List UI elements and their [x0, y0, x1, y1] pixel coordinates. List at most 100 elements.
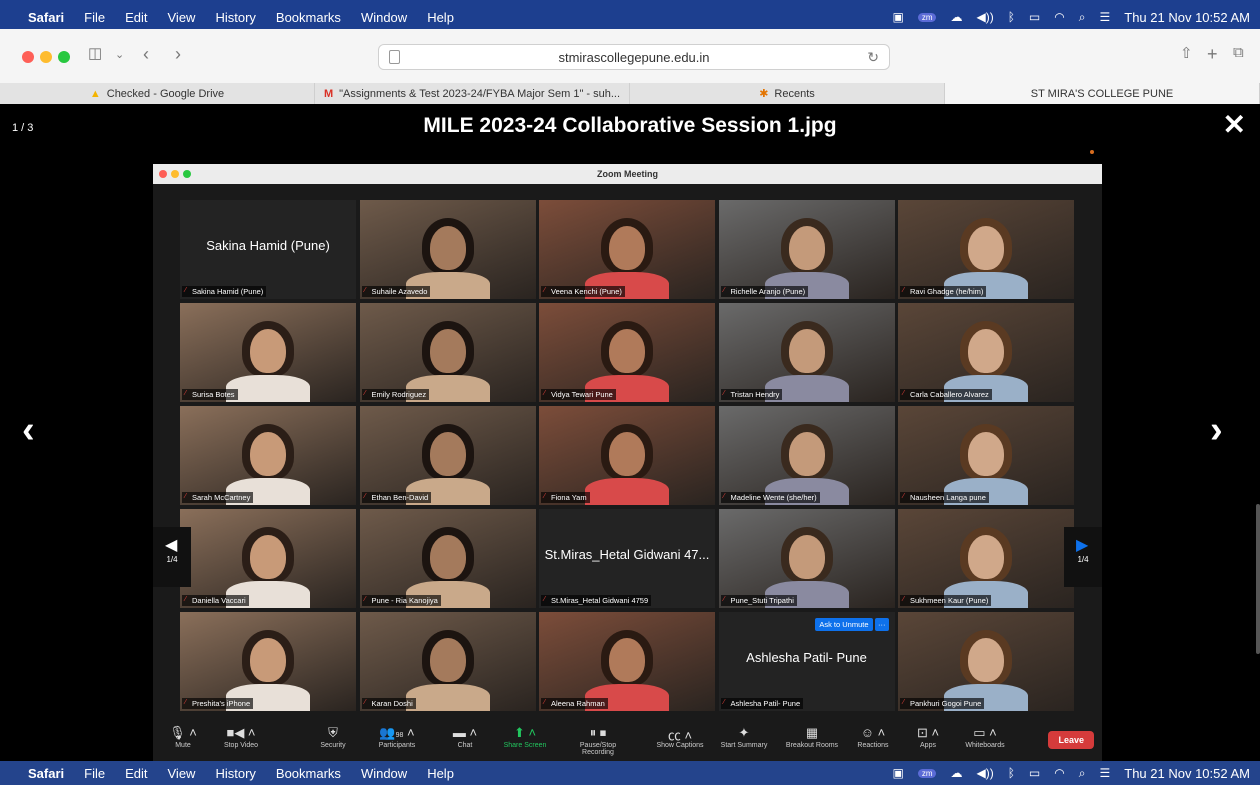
participants-button[interactable]: 👥98 ˄ Participants — [362, 725, 432, 749]
menubar-clock[interactable]: Thu 21 Nov 10:52 AM — [1124, 10, 1250, 25]
menu-edit[interactable]: Edit — [125, 766, 147, 781]
cloud-icon[interactable]: ☁ — [950, 766, 962, 780]
participant-tile[interactable]: ⁄ Madeline Wente (she/her) — [718, 406, 895, 505]
participant-tile[interactable]: ⁄ Sukhmeen Kaur (Pune) — [898, 509, 1074, 608]
reload-icon[interactable]: ↻ — [867, 49, 879, 66]
new-tab-icon[interactable]: + — [1207, 44, 1218, 65]
search-icon[interactable]: ⌕ — [1079, 766, 1086, 781]
volume-icon[interactable]: ◀)) — [976, 10, 993, 24]
participant-tile[interactable]: ⁄ Veena Kenchi (Pune) — [539, 200, 715, 299]
menu-window[interactable]: Window — [361, 10, 407, 25]
participant-tile[interactable]: Sakina Hamid (Pune) ⁄ Sakina Hamid (Pune) — [180, 200, 356, 299]
menu-history[interactable]: History — [215, 10, 255, 25]
zoom-window-button[interactable] — [58, 51, 70, 63]
cloud-icon[interactable]: ☁ — [950, 10, 962, 24]
bluetooth-icon[interactable]: ᛒ — [1008, 10, 1015, 24]
ask-to-unmute-button[interactable]: Ask to Unmute — [815, 618, 873, 631]
tab-st-miras[interactable]: ST MIRA'S COLLEGE PUNE — [945, 83, 1260, 104]
menu-file[interactable]: File — [84, 766, 105, 781]
previous-page-button[interactable]: ◀ 1/4 — [153, 527, 191, 587]
menu-edit[interactable]: Edit — [125, 10, 147, 25]
participant-tile[interactable]: ⁄ Preshita's iPhone — [180, 612, 356, 711]
participant-tile[interactable]: St.Miras_Hetal Gidwani 47... ⁄ St.Miras_He… — [539, 509, 715, 608]
participant-tile[interactable]: ⁄ Daniella Vaccari — [180, 509, 356, 608]
participant-tile[interactable]: ⁄ Surisa Botes — [180, 303, 356, 402]
menu-file[interactable]: File — [84, 10, 105, 25]
minimize-window-button[interactable] — [40, 51, 52, 63]
control-center-icon[interactable]: ☰ — [1099, 10, 1110, 24]
bluetooth-icon[interactable]: ᛒ — [1008, 766, 1015, 780]
next-page-button[interactable]: ▶ 1/4 — [1064, 527, 1102, 587]
participant-tile[interactable]: ⁄ Aleena Rahman — [539, 612, 715, 711]
screen-icon[interactable]: ▣ — [892, 10, 903, 24]
more-options-button[interactable]: ··· — [875, 618, 889, 631]
tab-google-drive[interactable]: ▲ Checked - Google Drive — [0, 83, 315, 104]
captions-button[interactable]: ㏄ ˄ Show Captions — [645, 725, 715, 749]
participant-tile[interactable]: ⁄ Pankhuri Gogoi Pune — [898, 612, 1074, 711]
menu-view[interactable]: View — [168, 766, 196, 781]
participant-tile[interactable]: ⁄ Nausheen Langa pune — [898, 406, 1074, 505]
battery-icon[interactable]: ▭ — [1029, 10, 1040, 24]
wifi-icon[interactable]: ◠ — [1054, 10, 1064, 24]
person-face — [250, 432, 286, 476]
share-icon[interactable]: ⇧ — [1180, 44, 1193, 62]
breakout-rooms-button[interactable]: ▦ Breakout Rooms — [777, 725, 847, 749]
zoom-app-icon[interactable]: zm — [917, 12, 937, 22]
participant-name-label: ⁄ Sukhmeen Kaur (Pune) — [900, 595, 992, 606]
menu-help[interactable]: Help — [427, 766, 454, 781]
wifi-icon[interactable]: ◠ — [1054, 766, 1064, 780]
participant-tile[interactable]: ⁄ Ravi Ghadge (he/him) — [898, 200, 1074, 299]
tab-gmail[interactable]: M "Assignments & Test 2023-24/FYBA Major… — [315, 83, 630, 104]
battery-icon[interactable]: ▭ — [1029, 766, 1040, 780]
previous-image-icon[interactable]: ‹ — [22, 409, 35, 452]
whiteboards-button[interactable]: ▭ ˄ Whiteboards — [950, 725, 1020, 749]
scrollbar[interactable] — [1256, 504, 1260, 654]
menu-history[interactable]: History — [215, 766, 255, 781]
participant-tile[interactable]: ⁄ Vidya Tewari Pune — [539, 303, 715, 402]
participant-tile[interactable]: ⁄ Tristan Hendry — [718, 303, 895, 402]
participant-tile[interactable]: ⁄ Ethan Ben-David — [359, 406, 536, 505]
sidebar-icon[interactable]: ◫ — [88, 44, 102, 62]
participant-tile[interactable]: ⁄ Carla Caballero Alvarez — [898, 303, 1074, 402]
participant-tile[interactable]: ⁄ Emily Rodriguez — [359, 303, 536, 402]
zoom-app-icon[interactable]: zm — [917, 768, 937, 778]
menu-app-name[interactable]: Safari — [28, 10, 64, 25]
screen-icon[interactable]: ▣ — [892, 766, 903, 780]
menu-app-name[interactable]: Safari — [28, 766, 64, 781]
participant-tile[interactable]: Ashlesha Patil- Pune Ask to Unmute ··· ⁄ Ash… — [718, 612, 895, 711]
participant-tile[interactable]: ⁄ Richelle Aranjo (Pune) — [718, 200, 895, 299]
back-icon[interactable]: ‹ — [143, 44, 149, 65]
close-window-button[interactable] — [22, 51, 34, 63]
volume-icon[interactable]: ◀)) — [976, 766, 993, 780]
menu-view[interactable]: View — [168, 10, 196, 25]
participant-tile[interactable]: ⁄ Pune - Ria Kanojiya — [359, 509, 536, 608]
address-bar[interactable]: stmirascollegepune.edu.in ↻ — [378, 44, 890, 70]
person-face — [609, 432, 645, 476]
menu-help[interactable]: Help — [427, 10, 454, 25]
leave-button[interactable]: Leave — [1048, 731, 1094, 749]
participant-tile[interactable]: ⁄ Suhaile Azavedo — [359, 200, 536, 299]
person-body — [405, 684, 490, 711]
forward-icon[interactable]: › — [175, 44, 181, 65]
participant-tile[interactable]: ⁄ Pune_Stuti Tripathi — [718, 509, 895, 608]
tab-overview-icon[interactable]: ⧉ — [1233, 44, 1244, 61]
participant-tile[interactable]: ⁄ Fiona Yam — [539, 406, 715, 505]
left-triangle-icon: ◀ — [165, 537, 178, 554]
search-icon[interactable]: ⌕ — [1079, 10, 1086, 25]
start-summary-button[interactable]: ✦ Start Summary — [709, 725, 779, 749]
close-icon[interactable]: ✕ — [1223, 108, 1246, 141]
menubar-clock[interactable]: Thu 21 Nov 10:52 AM — [1124, 766, 1250, 781]
security-button[interactable]: ⛨ Security — [298, 725, 368, 749]
stop-video-button[interactable]: ■◀ ˄ Stop Video — [206, 725, 276, 749]
participant-tile[interactable]: ⁄ Sarah McCartney — [180, 406, 356, 505]
next-image-icon[interactable]: › — [1210, 409, 1223, 452]
menu-window[interactable]: Window — [361, 766, 407, 781]
participant-tile[interactable]: ⁄ Karan Doshi — [359, 612, 536, 711]
tab-recents[interactable]: ✱ Recents — [630, 83, 945, 104]
menu-bookmarks[interactable]: Bookmarks — [276, 10, 341, 25]
control-center-icon[interactable]: ☰ — [1099, 766, 1110, 780]
share-screen-button[interactable]: ⬆ ˄ Share Screen — [490, 725, 560, 749]
chevron-down-icon[interactable]: ⌄ — [115, 48, 124, 61]
menu-bookmarks[interactable]: Bookmarks — [276, 766, 341, 781]
record-button[interactable]: ⏸ ⏹ Pause/Stop Recording — [563, 725, 633, 756]
